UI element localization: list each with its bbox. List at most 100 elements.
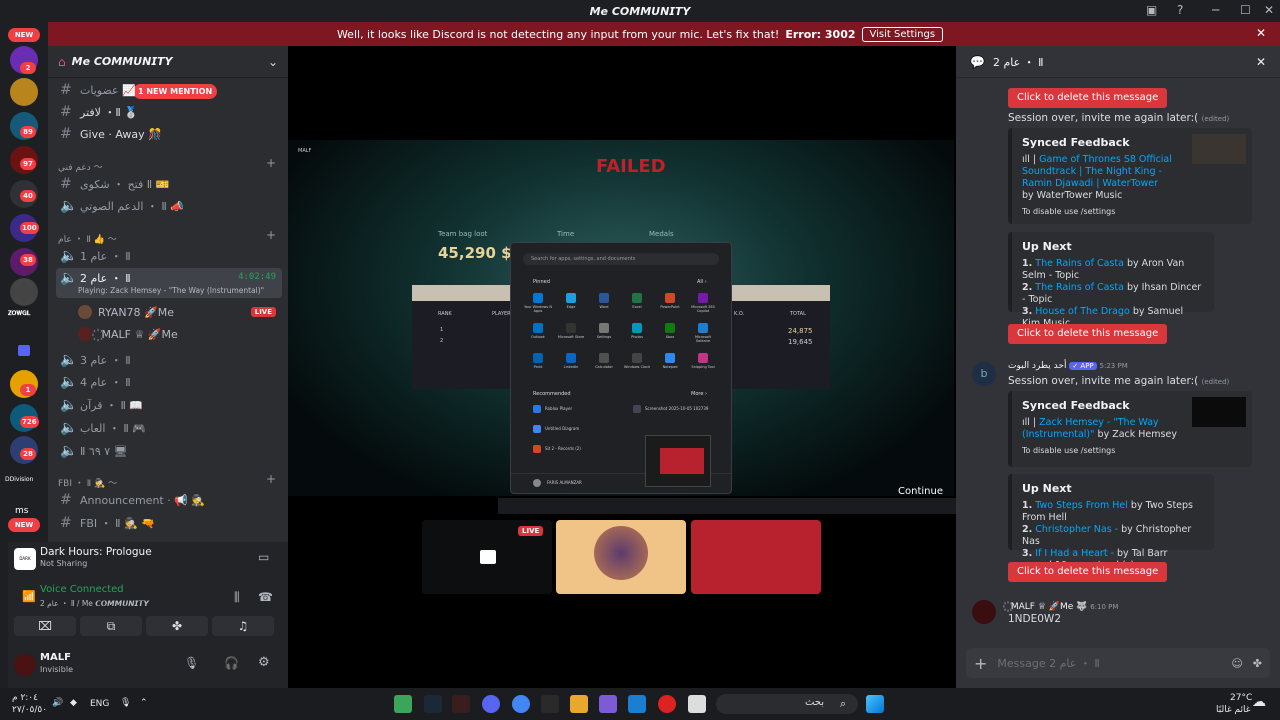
apps-icon[interactable]: ✤ <box>1253 657 1262 670</box>
stream-thumbnail[interactable]: LIVE <box>422 520 552 594</box>
visit-settings-button[interactable]: Visit Settings <box>861 26 944 42</box>
category-header[interactable]: دعم فني 〜 <box>58 160 103 173</box>
track-link[interactable]: Christopher Nas - <box>1035 524 1118 535</box>
start-app-icon[interactable] <box>698 323 708 333</box>
delete-message-button[interactable]: Click to delete this message <box>1008 88 1168 108</box>
windows-start-icon[interactable] <box>866 695 884 713</box>
start-app-icon[interactable] <box>566 353 576 363</box>
microphone-icon[interactable]: 🎙 <box>184 656 199 670</box>
app-icon[interactable] <box>452 695 470 713</box>
track-link[interactable]: The Rains of Casta <box>1035 258 1124 269</box>
bot-avatar[interactable]: b <box>972 362 996 386</box>
voice-user[interactable]: ꙰ MALF ♕ 🚀Me <box>74 324 280 344</box>
message-input[interactable]: + Message عام 2 ・ Ⅱ ☺ ✤ <box>966 648 1270 678</box>
author-name[interactable]: أحد يطرد البوت <box>1008 361 1066 371</box>
start-app-icon[interactable] <box>599 293 609 303</box>
weather-text[interactable]: غائم غالبًا <box>1216 705 1250 715</box>
inbox-icon[interactable]: ▣ <box>1146 3 1157 17</box>
discord-icon[interactable] <box>482 695 500 713</box>
start-app-icon[interactable] <box>698 293 708 303</box>
start-app-icon[interactable] <box>566 293 576 303</box>
avatar[interactable] <box>972 600 996 624</box>
track-link[interactable]: House of The Drago <box>1035 306 1130 317</box>
screen-share-button[interactable]: ⧉ <box>80 616 142 636</box>
stream-thumbnail[interactable] <box>556 520 686 594</box>
emoji-icon[interactable]: ☺ <box>1231 657 1242 670</box>
disconnect-icon[interactable]: ☎ <box>258 590 273 604</box>
temperature[interactable]: 27°C <box>1230 693 1252 703</box>
chevron-up-icon[interactable]: ⌃ <box>140 698 148 708</box>
start-app-icon[interactable] <box>665 293 675 303</box>
voice-channel-item[interactable]: 🔈 عام 3 ・ Ⅱ <box>56 350 282 370</box>
category-header[interactable]: FBI ・ Ⅱ 🕵 〜 <box>58 476 117 489</box>
app-icon[interactable] <box>541 695 559 713</box>
file-explorer-icon[interactable] <box>570 695 588 713</box>
minimize-button[interactable]: ─ <box>1212 3 1219 17</box>
channel-item[interactable]: # لافتر ・Ⅱ 🥈 <box>56 102 282 122</box>
recommended-icon[interactable] <box>533 425 541 433</box>
microphone-icon[interactable]: 🎙 <box>120 698 131 708</box>
start-app-icon[interactable] <box>533 293 543 303</box>
taskbar-search[interactable]: بحث <box>716 694 858 714</box>
stream-thumbnail[interactable] <box>691 520 821 594</box>
server-header[interactable]: ⌂ Me 𝘾𝙊𝙈𝙈𝙐𝙉𝙄𝙏𝙔 ⌄ <box>48 46 288 78</box>
delete-message-button[interactable]: Click to delete this message <box>1008 324 1168 344</box>
maximize-button[interactable]: ☐ <box>1240 3 1251 17</box>
server-icon[interactable] <box>10 336 38 364</box>
steam-icon[interactable] <box>424 695 442 713</box>
start-app-icon[interactable] <box>533 353 543 363</box>
volume-icon[interactable]: 🔊 <box>52 698 63 708</box>
store-icon[interactable] <box>628 695 646 713</box>
all-apps-button[interactable]: All › <box>697 279 707 285</box>
avatar[interactable] <box>14 654 36 676</box>
track-link[interactable]: If I Had a Heart - <box>1035 548 1114 559</box>
add-attachment-icon[interactable]: + <box>974 654 987 673</box>
voice-channel-item[interactable]: 🔈 العاب ・ Ⅱ 🎮 <box>56 418 282 438</box>
author-name[interactable]: ꙰ MALF ♕ 🚀Me 🐺 <box>1008 602 1087 612</box>
channel-item[interactable]: # عضويات 📈 <box>56 80 282 100</box>
recommended-icon[interactable] <box>533 405 541 413</box>
voice-channel-item[interactable]: 🔈 عام 1 ・ Ⅱ <box>56 246 282 266</box>
recommended-icon[interactable] <box>533 445 541 453</box>
channel-item[interactable]: # FBI ・ Ⅱ 🕵 🔫 <box>56 513 282 533</box>
channel-item[interactable]: # Announcement · 📢 🕵 <box>56 490 282 510</box>
help-icon[interactable]: ? <box>1177 3 1183 17</box>
start-app-icon[interactable] <box>632 353 642 363</box>
close-button[interactable]: ✕ <box>1264 3 1274 17</box>
activities-button[interactable]: ✤ <box>146 616 208 636</box>
category-header[interactable]: عام ・ Ⅱ 👍 〜 <box>58 232 117 245</box>
delete-message-button[interactable]: Click to delete this message <box>1008 562 1168 582</box>
gear-icon[interactable]: ⚙ <box>258 655 270 670</box>
channel-item[interactable]: # Give · Away 🎊 <box>56 124 282 144</box>
start-app-icon[interactable] <box>665 353 675 363</box>
share-screen-icon[interactable]: ▭ <box>258 550 269 564</box>
track-link[interactable]: The Rains of Casta <box>1035 282 1124 293</box>
media-player-icon[interactable] <box>658 695 676 713</box>
language-indicator[interactable]: ENG <box>90 699 109 709</box>
taskbar-preview[interactable] <box>645 435 711 487</box>
camera-off-button[interactable]: ⌧ <box>14 616 76 636</box>
continue-text[interactable]: Continue <box>898 486 943 497</box>
chrome-icon[interactable] <box>512 695 530 713</box>
voice-channel-item-active[interactable]: 🔈 عام 2 ・ Ⅱ 4:02:49 Playing: Zack Hemsey … <box>56 268 282 298</box>
app-icon[interactable] <box>599 695 617 713</box>
app-icon[interactable] <box>688 695 706 713</box>
soundboard-button[interactable]: ♫ <box>212 616 274 636</box>
close-icon[interactable]: ✕ <box>1256 55 1266 69</box>
channel-item[interactable]: # فتح ・ شكوى Ⅱ 🎫 <box>56 174 282 194</box>
voice-channel-item[interactable]: 🔈 عام 4 ・ Ⅱ <box>56 372 282 392</box>
voice-channel-item[interactable]: 🔈 الدعم الصوتي ・ Ⅱ 📣 <box>56 196 282 216</box>
start-app-icon[interactable] <box>599 323 609 333</box>
start-app-icon[interactable] <box>533 323 543 333</box>
clock-date[interactable]: ٢٧/٠٥/٥٠ <box>12 705 47 715</box>
start-app-icon[interactable] <box>698 353 708 363</box>
more-button[interactable]: More › <box>691 391 707 397</box>
add-channel-icon[interactable]: + <box>266 472 276 486</box>
app-icon[interactable] <box>394 695 412 713</box>
banner-close-icon[interactable]: ✕ <box>1256 26 1266 40</box>
add-channel-icon[interactable]: + <box>266 156 276 170</box>
headphones-icon[interactable]: 🎧 <box>224 656 239 670</box>
start-search[interactable]: Search for apps, settings, and documents <box>523 253 719 265</box>
start-app-icon[interactable] <box>599 353 609 363</box>
track-link[interactable]: Two Steps From Hel <box>1035 500 1128 511</box>
